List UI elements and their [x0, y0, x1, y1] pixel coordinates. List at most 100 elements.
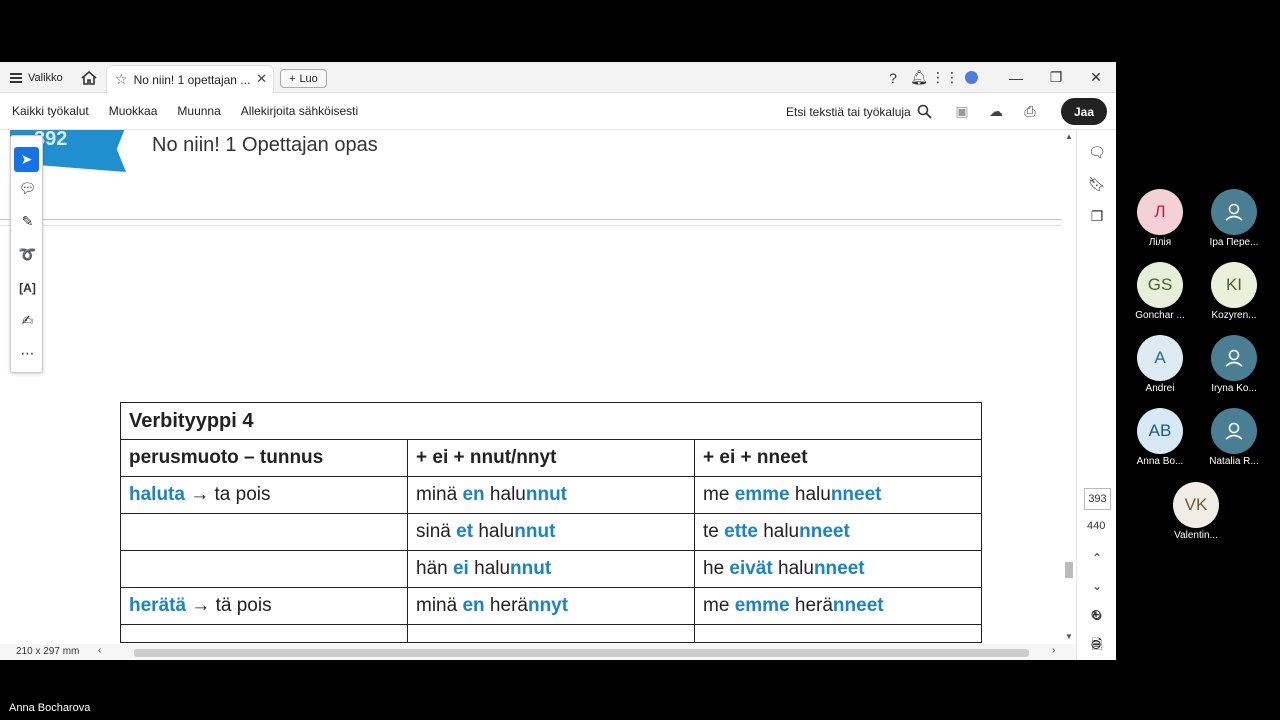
participant-tile[interactable]: Л Лілія [1120, 189, 1200, 248]
draw-lasso-icon[interactable]: ➰ [11, 238, 44, 271]
comment-icon[interactable]: 💬︎ [11, 172, 44, 205]
participant-name: Kozyren... [1211, 310, 1257, 321]
highlight-pen-icon[interactable]: ✎ [11, 205, 44, 238]
window-controls: ? 🔔︎ ⋮⋮ — ❐ ✕ [880, 62, 1116, 93]
home-icon[interactable] [80, 69, 98, 87]
share-button[interactable]: Jaa [1061, 98, 1107, 125]
participant-tile[interactable]: Іра Пере... [1194, 189, 1274, 248]
participant-tile[interactable]: GS Gonchar ... [1120, 262, 1200, 321]
toolbar-icons: ▣ ☁ ⎙ [952, 101, 1040, 121]
table-row: hän ei halunnut he eivät halunneet [120, 550, 982, 588]
table-cell: me emme heränneet [694, 587, 982, 625]
main-toolbar: Kaikki työkalut Muokkaa Muunna Allekirjo… [0, 93, 1116, 130]
participant-tile[interactable]: VK Valentin... [1156, 482, 1236, 541]
table-cell [407, 624, 695, 643]
zoom-in-icon[interactable]: ⊕ [1086, 604, 1106, 624]
page-divider [0, 225, 1062, 226]
table-cell: te ette halunneet [694, 513, 982, 551]
print-icon[interactable]: ⎙ [1020, 101, 1040, 121]
avatar: KI [1211, 262, 1257, 308]
scroll-down-icon[interactable]: ▼ [1065, 632, 1073, 641]
avatar: AB [1137, 408, 1183, 454]
help-icon[interactable]: ? [880, 62, 906, 93]
search-icon [917, 104, 932, 119]
page-total: 440 [1087, 520, 1106, 532]
page-divider [0, 219, 1062, 220]
create-button[interactable]: + Luo [280, 69, 327, 88]
table-row-partial [120, 624, 982, 643]
participant-tile[interactable]: Natalia R... [1194, 408, 1274, 467]
page-down-icon[interactable]: ⌄ [1087, 576, 1107, 596]
avatar: GS [1137, 262, 1183, 308]
participant-name: Anna Bo... [1136, 456, 1184, 467]
bell-icon[interactable]: 🔔︎ [906, 62, 932, 93]
right-rail: 🗨︎ 🔖︎ ❐ 393 440 ⌃ ⌄ ↻ 🗎︎ [1076, 130, 1116, 660]
participant-tile[interactable]: AB Anna Bo... [1120, 408, 1200, 467]
page-size-label: 210 x 297 mm [16, 646, 80, 657]
horizontal-scrollbar[interactable] [134, 649, 1029, 657]
upload-cloud-icon[interactable]: ☁ [986, 101, 1006, 121]
participant-tile[interactable]: KI Kozyren... [1194, 262, 1274, 321]
tab-bar: Valikko ☆ No niin! 1 opettajan ... ✕ + L… [0, 62, 1116, 93]
participant-name: Лілія [1148, 237, 1172, 248]
apps-grid-icon[interactable]: ⋮⋮ [931, 62, 959, 93]
scroll-right-icon[interactable]: › [1052, 645, 1055, 656]
close-tab-icon[interactable]: ✕ [256, 71, 267, 87]
participant-tile[interactable]: Iryna Ko... [1194, 335, 1274, 394]
vertical-scrollbar[interactable]: ▲ ▼ [1062, 130, 1076, 644]
create-label: Luo [299, 72, 318, 85]
menu-all-tools[interactable]: Kaikki työkalut [12, 104, 89, 118]
save-icon[interactable]: ▣ [952, 101, 972, 121]
table-header-row: perusmuoto – tunnus + ei + nnut/nnyt + e… [120, 439, 982, 477]
text-box-icon[interactable]: [A] [11, 271, 44, 304]
table-cell: sinä et halunnut [407, 513, 695, 551]
minimize-icon[interactable]: — [996, 62, 1036, 93]
close-window-icon[interactable]: ✕ [1076, 62, 1116, 93]
page-up-icon[interactable]: ⌃ [1087, 548, 1107, 568]
document-view[interactable]: 392 No niin! 1 Opettajan opas Verbityypp… [0, 130, 1076, 644]
scroll-thumb[interactable] [1065, 562, 1073, 578]
page-number-input[interactable]: 393 [1084, 488, 1111, 510]
sign-icon[interactable]: ✍ [11, 304, 44, 337]
pdf-viewer-window: Valikko ☆ No niin! 1 opettajan ... ✕ + L… [0, 62, 1116, 660]
table-cell: minä en herännyt [407, 587, 695, 625]
zoom-out-icon[interactable]: ⊖ [1086, 634, 1106, 654]
menu-e-sign[interactable]: Allekirjoita sähköisesti [241, 104, 358, 118]
table-cell: herätä → tä pois [120, 587, 408, 625]
participant-name: Іра Пере... [1209, 237, 1259, 248]
table-cell [120, 550, 408, 588]
scroll-left-icon[interactable]: ‹ [98, 645, 101, 656]
participant-tile[interactable]: A Andrei [1120, 335, 1200, 394]
menu-button[interactable]: Valikko [10, 69, 63, 87]
menu-convert[interactable]: Muunna [177, 104, 220, 118]
plus-icon: + [289, 72, 296, 85]
screen: Valikko ☆ No niin! 1 opettajan ... ✕ + L… [0, 0, 1280, 720]
table-cell: me emme halunneet [694, 476, 982, 514]
tab-title: No niin! 1 opettajan ... [133, 72, 251, 87]
menu-edit[interactable]: Muokkaa [109, 104, 158, 118]
table-cell [694, 624, 982, 643]
scroll-up-icon[interactable]: ▲ [1065, 132, 1073, 141]
more-tools-icon[interactable]: ⋯ [11, 337, 44, 370]
participant-name: Valentin... [1174, 530, 1218, 541]
profile-globe-icon[interactable] [958, 62, 984, 93]
avatar: VK [1173, 482, 1219, 528]
toolbar-menu: Kaikki työkalut Muokkaa Muunna Allekirjo… [12, 104, 358, 118]
restore-icon[interactable]: ❐ [1036, 62, 1076, 93]
search-tools[interactable]: Etsi tekstiä tai työkaluja [786, 104, 932, 119]
table-cell: hän ei halunnut [407, 550, 695, 588]
document-header-title: No niin! 1 Opettajan opas [152, 134, 378, 156]
participant-name: Iryna Ko... [1211, 383, 1257, 394]
user-icon [1211, 335, 1257, 381]
comments-panel-icon[interactable]: 🗨︎ [1087, 142, 1107, 162]
table-cell [120, 624, 408, 643]
select-cursor-icon[interactable]: ➤ [14, 147, 39, 172]
star-icon[interactable]: ☆ [115, 71, 128, 88]
column-header: + ei + nneet [694, 439, 982, 477]
table-cell [120, 513, 408, 551]
bookmarks-icon[interactable]: 🔖︎ [1087, 174, 1107, 194]
document-tab[interactable]: ☆ No niin! 1 opettajan ... ✕ [106, 65, 274, 93]
avatar: Л [1137, 189, 1183, 235]
pages-icon[interactable]: ❐ [1087, 206, 1107, 226]
table-title: Verbityyppi 4 [120, 402, 982, 440]
